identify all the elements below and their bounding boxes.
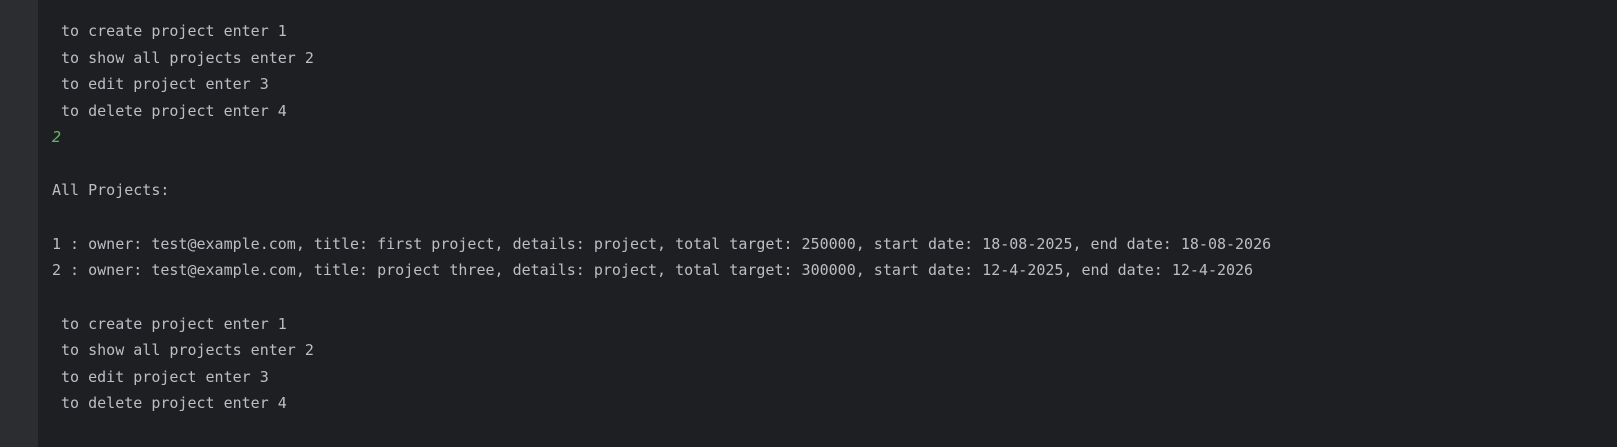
menu-line-create: to create project enter 1 bbox=[52, 315, 287, 333]
menu-line-edit: to edit project enter 3 bbox=[52, 368, 269, 386]
project-line: 2 : owner: test@example.com, title: proj… bbox=[52, 261, 1254, 279]
all-projects-header: All Projects: bbox=[52, 181, 170, 199]
project-line: 1 : owner: test@example.com, title: firs… bbox=[52, 235, 1272, 253]
run-console: to create project enter 1 to show all pr… bbox=[0, 0, 1617, 447]
user-input-line: 2 bbox=[52, 128, 62, 146]
menu-line-delete: to delete project enter 4 bbox=[52, 394, 287, 412]
menu-line-delete: to delete project enter 4 bbox=[52, 102, 287, 120]
menu-line-show: to show all projects enter 2 bbox=[52, 49, 314, 67]
menu-line-show: to show all projects enter 2 bbox=[52, 341, 314, 359]
menu-line-edit: to edit project enter 3 bbox=[52, 75, 269, 93]
console-output[interactable]: to create project enter 1 to show all pr… bbox=[0, 0, 1617, 447]
menu-line-create: to create project enter 1 bbox=[52, 22, 287, 40]
